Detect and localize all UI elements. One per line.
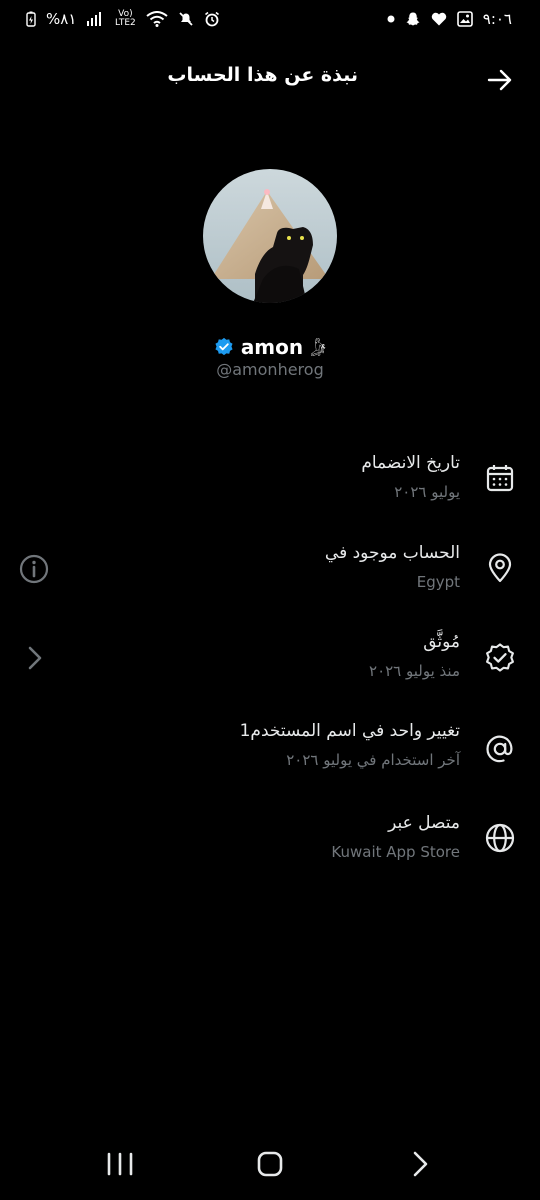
alarm-icon	[204, 11, 220, 27]
status-bar-left: %٨١ Vo) LTE2	[26, 10, 220, 28]
home-icon	[257, 1151, 283, 1177]
row-username-changes-text: تغيير واحد في اسم المستخدم1 آخر استخدام …	[240, 719, 460, 771]
row-join-date: تاريخ الانضمام يوليو ٢٠٢٦	[0, 448, 540, 528]
row-sub: Egypt	[416, 573, 460, 591]
battery-icon	[26, 11, 36, 27]
row-sub: آخر استخدام في يوليو ٢٠٢٦	[286, 751, 460, 769]
avatar-image	[203, 169, 337, 303]
system-nav-bar	[0, 1130, 540, 1200]
row-label: الحساب موجود في	[324, 543, 460, 563]
chevron-right-icon	[413, 1151, 428, 1177]
row-connected-via-text: متصل عبر Kuwait App Store	[331, 811, 460, 863]
row-verified: مُوثَّق منذ يوليو ٢٠٢٦	[0, 625, 540, 705]
row-sub: يوليو ٢٠٢٦	[394, 483, 460, 501]
row-connected-via: متصل عبر Kuwait App Store	[0, 803, 540, 883]
row-location: الحساب موجود في Egypt	[0, 536, 540, 616]
back-nav-button[interactable]	[400, 1148, 440, 1180]
row-label: مُوثَّق	[423, 632, 460, 652]
row-verified-text: مُوثَّق منذ يوليو ٢٠٢٦	[369, 630, 460, 682]
profile-handle: @amonherog	[216, 360, 324, 379]
signal-icon	[86, 12, 104, 26]
recent-apps-icon	[107, 1152, 133, 1176]
back-button[interactable]	[484, 64, 516, 96]
globe-icon	[485, 823, 515, 853]
row-sub: منذ يوليو ٢٠٢٦	[369, 662, 460, 680]
page-title: نبذة عن هذا الحساب	[167, 64, 358, 86]
heart-icon	[431, 12, 447, 26]
dot-icon	[387, 15, 395, 23]
avatar[interactable]	[203, 169, 337, 303]
network-type: Vo) LTE2	[115, 9, 136, 28]
snapchat-icon	[405, 11, 421, 27]
display-name: amon	[240, 335, 304, 359]
arrow-right-icon	[487, 69, 512, 91]
info-icon[interactable]	[18, 553, 50, 585]
name-emoji: 𓀏	[310, 340, 327, 361]
battery-level: %٨١	[46, 10, 77, 28]
row-join-date-text: تاريخ الانضمام يوليو ٢٠٢٦	[361, 451, 460, 503]
calendar-icon	[486, 465, 514, 492]
profile-name-row: amon 𓀏	[0, 332, 540, 362]
gallery-icon	[456, 11, 473, 27]
clock: ٩:٠٦	[482, 10, 512, 28]
mute-icon	[178, 11, 194, 27]
row-label: تغيير واحد في اسم المستخدم1	[239, 721, 460, 741]
home-button[interactable]	[250, 1148, 290, 1180]
row-username-changes: تغيير واحد في اسم المستخدم1 آخر استخدام …	[0, 714, 540, 794]
header: نبذة عن هذا الحساب	[0, 50, 540, 110]
status-bar-right: ٩:٠٦	[387, 10, 512, 28]
row-label: متصل عبر	[388, 813, 460, 833]
status-bar: %٨١ Vo) LTE2 ٩:٠٦	[0, 0, 540, 38]
chevron-right-icon[interactable]	[18, 642, 50, 674]
row-location-text: الحساب موجود في Egypt	[325, 541, 460, 593]
verified-badge-outline-icon	[486, 643, 514, 672]
at-sign-icon	[486, 735, 513, 763]
location-pin-icon	[488, 553, 512, 583]
row-label: تاريخ الانضمام	[361, 453, 460, 473]
recent-apps-button[interactable]	[100, 1148, 140, 1180]
row-sub: Kuwait App Store	[331, 843, 460, 861]
verified-badge-icon	[215, 337, 233, 356]
wifi-icon	[146, 11, 169, 27]
